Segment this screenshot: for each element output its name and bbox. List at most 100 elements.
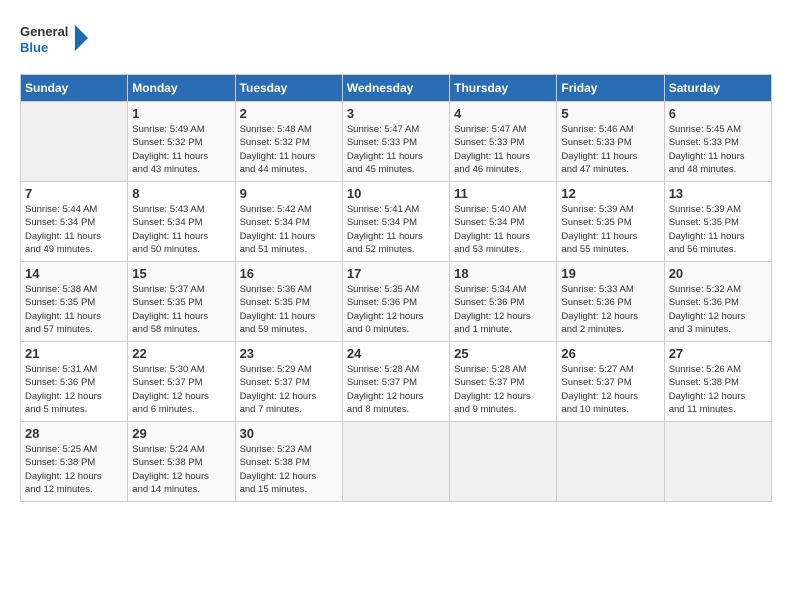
day-number: 29 [132,426,230,441]
day-number: 24 [347,346,445,361]
day-info: Sunrise: 5:46 AMSunset: 5:33 PMDaylight:… [561,123,659,176]
calendar-day-cell: 10 Sunrise: 5:41 AMSunset: 5:34 PMDayligh… [342,182,449,262]
calendar-day-cell [342,422,449,502]
calendar-day-cell: 21 Sunrise: 5:31 AMSunset: 5:36 PMDayligh… [21,342,128,422]
calendar-day-cell [664,422,771,502]
calendar-day-cell: 4 Sunrise: 5:47 AMSunset: 5:33 PMDaylight… [450,102,557,182]
calendar-day-cell: 29Sunrise: 5:24 AMSunset: 5:38 PMDayligh… [128,422,235,502]
day-number: 13 [669,186,767,201]
day-info: Sunrise: 5:32 AMSunset: 5:36 PMDaylight:… [669,283,767,336]
day-info: Sunrise: 5:47 AMSunset: 5:33 PMDaylight:… [454,123,552,176]
day-number: 1 [132,106,230,121]
weekday-header: Sunday [21,75,128,102]
calendar-day-cell: 30 Sunrise: 5:23 AMSunset: 5:38 PMDayligh… [235,422,342,502]
day-info: Sunrise: 5:38 AMSunset: 5:35 PMDaylight:… [25,283,123,336]
calendar-week-row: 28 Sunrise: 5:25 AMSunset: 5:38 PMDayligh… [21,422,772,502]
calendar-day-cell: 17 Sunrise: 5:35 AMSunset: 5:36 PMDayligh… [342,262,449,342]
calendar-day-cell: 24 Sunrise: 5:28 AMSunset: 5:37 PMDayligh… [342,342,449,422]
day-info: Sunrise: 5:31 AMSunset: 5:36 PMDaylight:… [25,363,123,416]
day-info: Sunrise: 5:40 AMSunset: 5:34 PMDaylight:… [454,203,552,256]
calendar-day-cell: 22 Sunrise: 5:30 AMSunset: 5:37 PMDayligh… [128,342,235,422]
day-number: 15 [132,266,230,281]
day-info: Sunrise: 5:23 AMSunset: 5:38 PMDaylight:… [240,443,338,496]
day-number: 5 [561,106,659,121]
day-info: Sunrise: 5:25 AMSunset: 5:38 PMDaylight:… [25,443,123,496]
weekday-header: Thursday [450,75,557,102]
day-number: 12 [561,186,659,201]
calendar-day-cell: 20 Sunrise: 5:32 AMSunset: 5:36 PMDayligh… [664,262,771,342]
day-number: 28 [25,426,123,441]
day-info: Sunrise: 5:28 AMSunset: 5:37 PMDaylight:… [454,363,552,416]
calendar-week-row: 21 Sunrise: 5:31 AMSunset: 5:36 PMDayligh… [21,342,772,422]
calendar-week-row: 14Sunrise: 5:38 AMSunset: 5:35 PMDayligh… [21,262,772,342]
calendar-day-cell: 16 Sunrise: 5:36 AMSunset: 5:35 PMDayligh… [235,262,342,342]
calendar-week-row: 1 Sunrise: 5:49 AMSunset: 5:32 PMDaylight… [21,102,772,182]
day-info: Sunrise: 5:27 AMSunset: 5:37 PMDaylight:… [561,363,659,416]
calendar-day-cell: 9 Sunrise: 5:42 AMSunset: 5:34 PMDaylight… [235,182,342,262]
day-info: Sunrise: 5:29 AMSunset: 5:37 PMDaylight:… [240,363,338,416]
calendar-day-cell [557,422,664,502]
calendar-day-cell: 14Sunrise: 5:38 AMSunset: 5:35 PMDayligh… [21,262,128,342]
day-info: Sunrise: 5:48 AMSunset: 5:32 PMDaylight:… [240,123,338,176]
logo: General Blue [20,20,90,64]
calendar-day-cell: 12Sunrise: 5:39 AMSunset: 5:35 PMDayligh… [557,182,664,262]
day-info: Sunrise: 5:42 AMSunset: 5:34 PMDaylight:… [240,203,338,256]
day-info: Sunrise: 5:45 AMSunset: 5:33 PMDaylight:… [669,123,767,176]
weekday-header: Monday [128,75,235,102]
day-number: 25 [454,346,552,361]
calendar-day-cell [21,102,128,182]
day-number: 22 [132,346,230,361]
calendar-header-row: SundayMondayTuesdayWednesdayThursdayFrid… [21,75,772,102]
day-info: Sunrise: 5:33 AMSunset: 5:36 PMDaylight:… [561,283,659,336]
day-number: 9 [240,186,338,201]
weekday-header: Wednesday [342,75,449,102]
day-number: 11 [454,186,552,201]
day-number: 19 [561,266,659,281]
logo-svg: General Blue [20,20,90,64]
day-number: 20 [669,266,767,281]
calendar-table: SundayMondayTuesdayWednesdayThursdayFrid… [20,74,772,502]
day-number: 7 [25,186,123,201]
day-info: Sunrise: 5:35 AMSunset: 5:36 PMDaylight:… [347,283,445,336]
day-number: 16 [240,266,338,281]
day-number: 6 [669,106,767,121]
day-info: Sunrise: 5:37 AMSunset: 5:35 PMDaylight:… [132,283,230,336]
day-number: 18 [454,266,552,281]
calendar-day-cell: 5 Sunrise: 5:46 AMSunset: 5:33 PMDaylight… [557,102,664,182]
day-number: 26 [561,346,659,361]
calendar-day-cell: 27Sunrise: 5:26 AMSunset: 5:38 PMDayligh… [664,342,771,422]
calendar-day-cell: 3 Sunrise: 5:47 AMSunset: 5:33 PMDaylight… [342,102,449,182]
day-info: Sunrise: 5:47 AMSunset: 5:33 PMDaylight:… [347,123,445,176]
day-info: Sunrise: 5:36 AMSunset: 5:35 PMDaylight:… [240,283,338,336]
calendar-day-cell: 13 Sunrise: 5:39 AMSunset: 5:35 PMDayligh… [664,182,771,262]
day-info: Sunrise: 5:44 AMSunset: 5:34 PMDaylight:… [25,203,123,256]
calendar-day-cell: 26 Sunrise: 5:27 AMSunset: 5:37 PMDayligh… [557,342,664,422]
day-info: Sunrise: 5:26 AMSunset: 5:38 PMDaylight:… [669,363,767,416]
calendar-day-cell: 23Sunrise: 5:29 AMSunset: 5:37 PMDayligh… [235,342,342,422]
calendar-day-cell: 6 Sunrise: 5:45 AMSunset: 5:33 PMDaylight… [664,102,771,182]
calendar-day-cell: 2 Sunrise: 5:48 AMSunset: 5:32 PMDaylight… [235,102,342,182]
calendar-week-row: 7 Sunrise: 5:44 AMSunset: 5:34 PMDaylight… [21,182,772,262]
calendar-day-cell: 25 Sunrise: 5:28 AMSunset: 5:37 PMDayligh… [450,342,557,422]
svg-text:General: General [20,24,68,39]
page-header: General Blue [20,20,772,64]
day-number: 3 [347,106,445,121]
day-info: Sunrise: 5:30 AMSunset: 5:37 PMDaylight:… [132,363,230,416]
calendar-day-cell: 15 Sunrise: 5:37 AMSunset: 5:35 PMDayligh… [128,262,235,342]
calendar-day-cell: 28 Sunrise: 5:25 AMSunset: 5:38 PMDayligh… [21,422,128,502]
day-info: Sunrise: 5:41 AMSunset: 5:34 PMDaylight:… [347,203,445,256]
day-info: Sunrise: 5:49 AMSunset: 5:32 PMDaylight:… [132,123,230,176]
day-number: 10 [347,186,445,201]
calendar-day-cell: 8Sunrise: 5:43 AMSunset: 5:34 PMDaylight… [128,182,235,262]
weekday-header: Friday [557,75,664,102]
day-info: Sunrise: 5:39 AMSunset: 5:35 PMDaylight:… [669,203,767,256]
day-info: Sunrise: 5:28 AMSunset: 5:37 PMDaylight:… [347,363,445,416]
calendar-day-cell: 1 Sunrise: 5:49 AMSunset: 5:32 PMDaylight… [128,102,235,182]
day-number: 17 [347,266,445,281]
day-number: 30 [240,426,338,441]
day-number: 4 [454,106,552,121]
day-number: 21 [25,346,123,361]
svg-text:Blue: Blue [20,40,48,55]
day-number: 2 [240,106,338,121]
weekday-header: Tuesday [235,75,342,102]
